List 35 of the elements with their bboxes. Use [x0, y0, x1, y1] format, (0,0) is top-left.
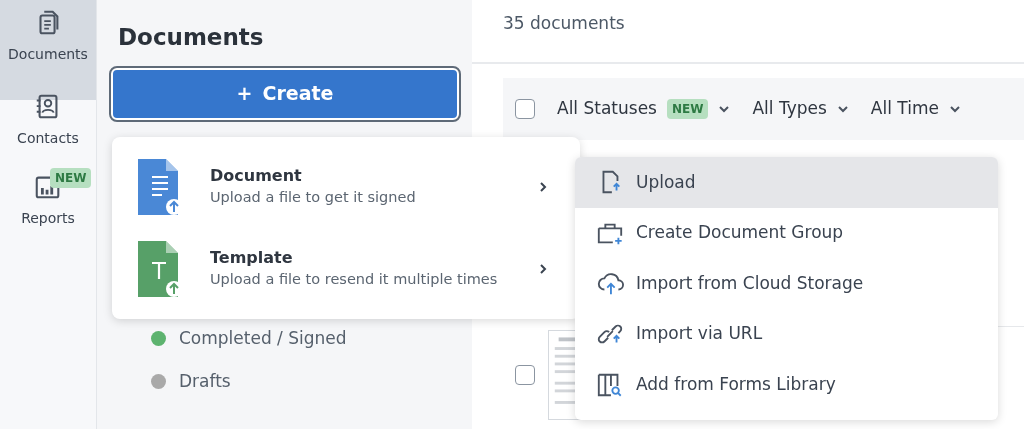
document-count: 35 documents — [472, 0, 1024, 64]
chevron-down-icon — [836, 103, 849, 115]
new-badge: NEW — [666, 99, 709, 119]
nav-item[interactable]: Documents — [0, 0, 96, 100]
chevron-down-icon — [948, 103, 961, 115]
chevron-right-icon — [538, 181, 548, 193]
menu-item-title: Document — [210, 166, 303, 188]
menu-item[interactable]: Import via URL — [575, 308, 998, 360]
row-checkbox[interactable] — [515, 365, 535, 385]
document-upload-icon — [138, 159, 182, 215]
filter-dropdown[interactable]: All Types — [752, 96, 849, 122]
menu-item-description: Upload a file to resend it multiple times — [210, 270, 498, 290]
menu-item[interactable]: Upload — [575, 157, 998, 208]
menu-item[interactable]: Document Upload a file to get it signed — [138, 159, 554, 215]
nav-item[interactable]: NEW Reports — [0, 168, 96, 248]
new-badge: NEW — [50, 168, 92, 188]
menu-item[interactable]: Add from Forms Library — [575, 359, 998, 410]
menu-item-title: Template — [210, 248, 294, 270]
nav-label: Documents — [8, 45, 88, 64]
filter-dropdown[interactable]: All Time — [870, 96, 961, 122]
chevron-down-icon — [718, 103, 731, 115]
chevron-right-icon — [538, 263, 548, 275]
status-filter[interactable]: Completed / Signed — [179, 325, 347, 352]
template-upload-icon — [138, 241, 182, 297]
filter-dropdown[interactable]: All Statuses NEW — [557, 96, 731, 122]
menu-item-description: Upload a file to get it signed — [210, 188, 416, 208]
nav-label: Contacts — [17, 129, 79, 148]
page-title: Documents — [118, 24, 265, 52]
select-all-checkbox[interactable] — [515, 99, 535, 119]
status-filter[interactable]: Drafts — [179, 369, 231, 395]
menu-item[interactable]: Create Document Group — [575, 207, 998, 259]
create-button[interactable]: + Create — [111, 67, 459, 120]
menu-item[interactable]: Import from Cloud Storage — [575, 258, 998, 309]
nav-label: Reports — [21, 209, 75, 228]
menu-item[interactable]: Template Upload a file to resend it multiple times — [138, 241, 554, 297]
